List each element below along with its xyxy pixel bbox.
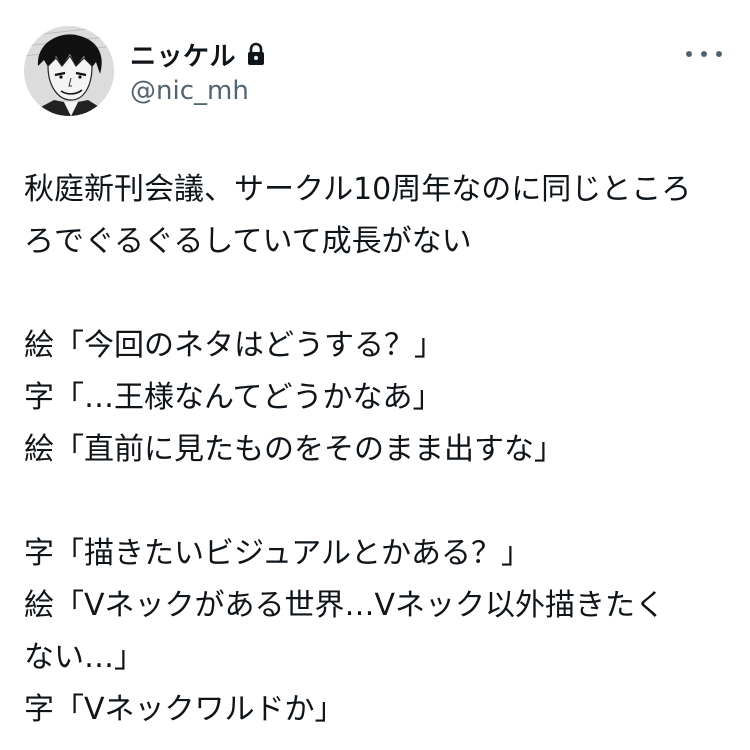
display-name[interactable]: ニッケル bbox=[130, 36, 236, 73]
tweet-line: 絵「Vネックがある世界…Vネック以外描きたく bbox=[24, 588, 666, 623]
avatar[interactable] bbox=[24, 26, 114, 116]
more-dot-icon bbox=[716, 51, 722, 57]
tweet-line: 字「Vネックワルドか」 bbox=[24, 692, 345, 727]
tweet-text: 秋庭新刊会議、サークル10周年なのに同じところ ろでぐるぐるしていて成長がない … bbox=[24, 164, 714, 736]
manga-avatar-icon bbox=[24, 26, 114, 116]
name-row: ニッケル bbox=[130, 36, 266, 72]
tweet-line: 絵「今回のネタはどうする？」 bbox=[24, 328, 444, 363]
tweet-line: 字「描きたいビジュアルとかある？」 bbox=[24, 536, 531, 571]
more-dot-icon bbox=[686, 51, 692, 57]
user-handle[interactable]: @nic_mh bbox=[130, 76, 266, 106]
tweet-line: 字「…王様なんてどうかなあ」 bbox=[24, 380, 443, 415]
tweet-line: ない…」 bbox=[24, 640, 144, 675]
more-dot-icon bbox=[701, 51, 707, 57]
user-info: ニッケル @nic_mh bbox=[130, 36, 266, 106]
tweet-line: 秋庭新刊会議、サークル10周年なのに同じところ bbox=[24, 172, 692, 207]
tweet-line: 絵「直前に見たものをそのまま出すな」 bbox=[24, 432, 564, 467]
lock-icon bbox=[246, 42, 266, 66]
more-options-button[interactable] bbox=[686, 42, 722, 66]
tweet-line: ろでぐるぐるしていて成長がない bbox=[24, 224, 472, 259]
tweet-header: ニッケル @nic_mh bbox=[24, 26, 726, 122]
